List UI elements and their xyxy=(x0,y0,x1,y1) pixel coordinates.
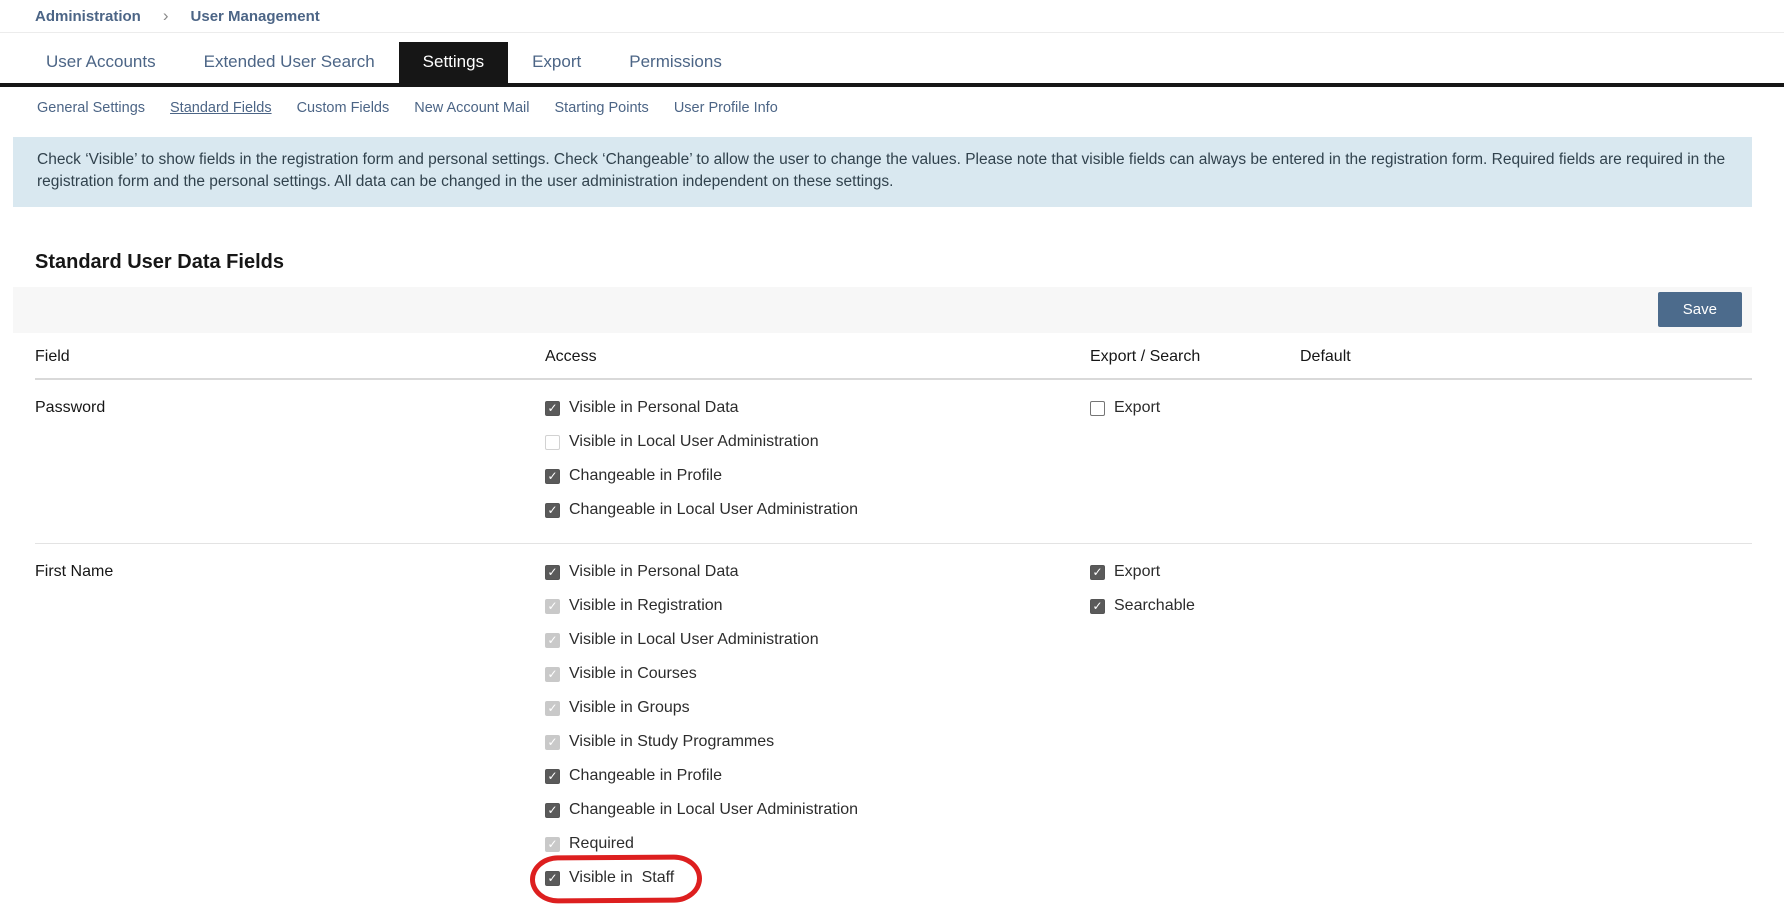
column-header-field: Field xyxy=(35,348,545,366)
checkbox-checked-icon: ✓ xyxy=(545,633,560,648)
breadcrumb-item-administration[interactable]: Administration xyxy=(35,8,141,25)
checkbox-item-visible-in-study-programmes: ✓ Visible in Study Programmes xyxy=(545,728,774,757)
checkbox-unchecked-icon[interactable] xyxy=(1090,401,1105,416)
tab-export[interactable]: Export xyxy=(508,42,605,83)
checkbox-checked-icon[interactable]: ✓ xyxy=(545,871,560,886)
checkbox-label: Changeable in Local User Administration xyxy=(569,501,858,519)
checkbox-checked-icon[interactable]: ✓ xyxy=(545,769,560,784)
subtab-starting-points[interactable]: Starting Points xyxy=(555,100,649,116)
checkbox-label: Changeable in Profile xyxy=(569,767,722,785)
checkbox-label: Visible in Registration xyxy=(569,597,723,615)
checkbox-label: Changeable in Profile xyxy=(569,467,722,485)
checkbox-checked-icon[interactable]: ✓ xyxy=(545,565,560,580)
checkbox-label: Visible in Courses xyxy=(569,665,697,683)
checkbox-checked-icon: ✓ xyxy=(545,735,560,750)
main-tab-bar: User AccountsExtended User SearchSetting… xyxy=(0,42,1784,87)
save-button[interactable]: Save xyxy=(1658,292,1742,327)
checkbox-item-visible-in-local-user-administration: ✓ Visible in Local User Administration xyxy=(545,626,819,655)
checkbox-label: Changeable in Local User Administration xyxy=(569,801,858,819)
checkbox-label: Export xyxy=(1114,399,1160,417)
tab-extended-user-search[interactable]: Extended User Search xyxy=(180,42,399,83)
checkbox-item-visible-in-local-user-administration: Visible in Local User Administration xyxy=(545,428,819,457)
checkbox-item-changeable-in-profile[interactable]: ✓ Changeable in Profile xyxy=(545,462,722,491)
field-name: First Name xyxy=(35,558,545,581)
subtab-user-profile-info[interactable]: User Profile Info xyxy=(674,100,778,116)
breadcrumb: Administration › User Management xyxy=(0,0,1784,33)
table-body: Password✓Visible in Personal DataVisible… xyxy=(35,380,1752,906)
checkbox-item-visible-in-staff[interactable]: ✓ Visible in Staff xyxy=(545,864,674,893)
checkbox-label: Required xyxy=(569,835,634,853)
checkbox-item-changeable-in-local-user-administration[interactable]: ✓ Changeable in Local User Administration xyxy=(545,796,858,825)
checkbox-item-visible-in-courses: ✓ Visible in Courses xyxy=(545,660,697,689)
checkbox-checked-icon[interactable]: ✓ xyxy=(1090,599,1105,614)
checkbox-item-export[interactable]: ✓ Export xyxy=(1090,558,1160,587)
export-search-cell: Export xyxy=(1090,394,1300,428)
table-row-first-name: First Name✓Visible in Personal Data✓Visi… xyxy=(35,543,1752,906)
page-title: Standard User Data Fields xyxy=(35,251,1784,274)
checkbox-item-searchable[interactable]: ✓ Searchable xyxy=(1090,592,1195,621)
checkbox-item-visible-in-personal-data[interactable]: ✓ Visible in Personal Data xyxy=(545,394,739,423)
standard-fields-table: Field Access Export / Search Default Pas… xyxy=(13,333,1752,906)
table-toolbar: Save xyxy=(13,287,1752,333)
subtab-general-settings[interactable]: General Settings xyxy=(37,100,145,116)
tab-settings[interactable]: Settings xyxy=(399,42,508,83)
column-header-export-search: Export / Search xyxy=(1090,348,1300,366)
checkbox-checked-icon[interactable]: ✓ xyxy=(1090,565,1105,580)
column-header-default: Default xyxy=(1300,348,1752,366)
checkbox-unchecked-icon xyxy=(545,435,560,450)
checkbox-checked-icon: ✓ xyxy=(545,837,560,852)
checkbox-checked-icon[interactable]: ✓ xyxy=(545,401,560,416)
checkbox-item-changeable-in-local-user-administration[interactable]: ✓ Changeable in Local User Administration xyxy=(545,496,858,525)
checkbox-label: Searchable xyxy=(1114,597,1195,615)
checkbox-item-visible-in-registration: ✓ Visible in Registration xyxy=(545,592,723,621)
checkbox-label: Visible in Personal Data xyxy=(569,563,739,581)
checkbox-label: Export xyxy=(1114,563,1160,581)
access-cell: ✓ Visible in Personal Data ✓ Visible in Reg… xyxy=(545,558,1090,898)
table-row-password: Password✓Visible in Personal DataVisible… xyxy=(35,380,1752,543)
checkbox-label: Visible in Local User Administration xyxy=(569,433,819,451)
checkbox-checked-icon[interactable]: ✓ xyxy=(545,803,560,818)
checkbox-label: Visible in Staff xyxy=(569,869,674,887)
subtab-custom-fields[interactable]: Custom Fields xyxy=(297,100,390,116)
column-header-access: Access xyxy=(545,348,1090,366)
sub-tab-bar: General Settings Standard Fields Custom Fi… xyxy=(0,87,1784,116)
checkbox-checked-icon: ✓ xyxy=(545,667,560,682)
info-message: Check ‘Visible’ to show fields in the re… xyxy=(13,137,1752,207)
checkbox-label: Visible in Groups xyxy=(569,699,690,717)
table-header-row: Field Access Export / Search Default xyxy=(35,333,1752,380)
checkbox-checked-icon[interactable]: ✓ xyxy=(545,469,560,484)
export-search-cell: ✓ Export ✓ Searchable xyxy=(1090,558,1300,626)
checkbox-item-changeable-in-profile[interactable]: ✓ Changeable in Profile xyxy=(545,762,722,791)
checkbox-label: Visible in Local User Administration xyxy=(569,631,819,649)
subtab-new-account-mail[interactable]: New Account Mail xyxy=(414,100,529,116)
tab-permissions[interactable]: Permissions xyxy=(605,42,746,83)
checkbox-item-visible-in-groups: ✓ Visible in Groups xyxy=(545,694,690,723)
access-cell: ✓ Visible in Personal Data Visible in Loca… xyxy=(545,394,1090,530)
checkbox-item-visible-in-personal-data[interactable]: ✓ Visible in Personal Data xyxy=(545,558,739,587)
checkbox-checked-icon: ✓ xyxy=(545,599,560,614)
chevron-right-icon: › xyxy=(163,6,169,26)
field-name: Password xyxy=(35,394,545,417)
checkbox-item-export[interactable]: Export xyxy=(1090,394,1160,423)
breadcrumb-item-user-management[interactable]: User Management xyxy=(191,8,320,25)
checkbox-label: Visible in Personal Data xyxy=(569,399,739,417)
checkbox-checked-icon[interactable]: ✓ xyxy=(545,503,560,518)
checkbox-item-required: ✓ Required xyxy=(545,830,634,859)
checkbox-label: Visible in Study Programmes xyxy=(569,733,774,751)
checkbox-checked-icon: ✓ xyxy=(545,701,560,716)
tab-user-accounts[interactable]: User Accounts xyxy=(22,42,180,83)
subtab-standard-fields[interactable]: Standard Fields xyxy=(170,100,272,116)
